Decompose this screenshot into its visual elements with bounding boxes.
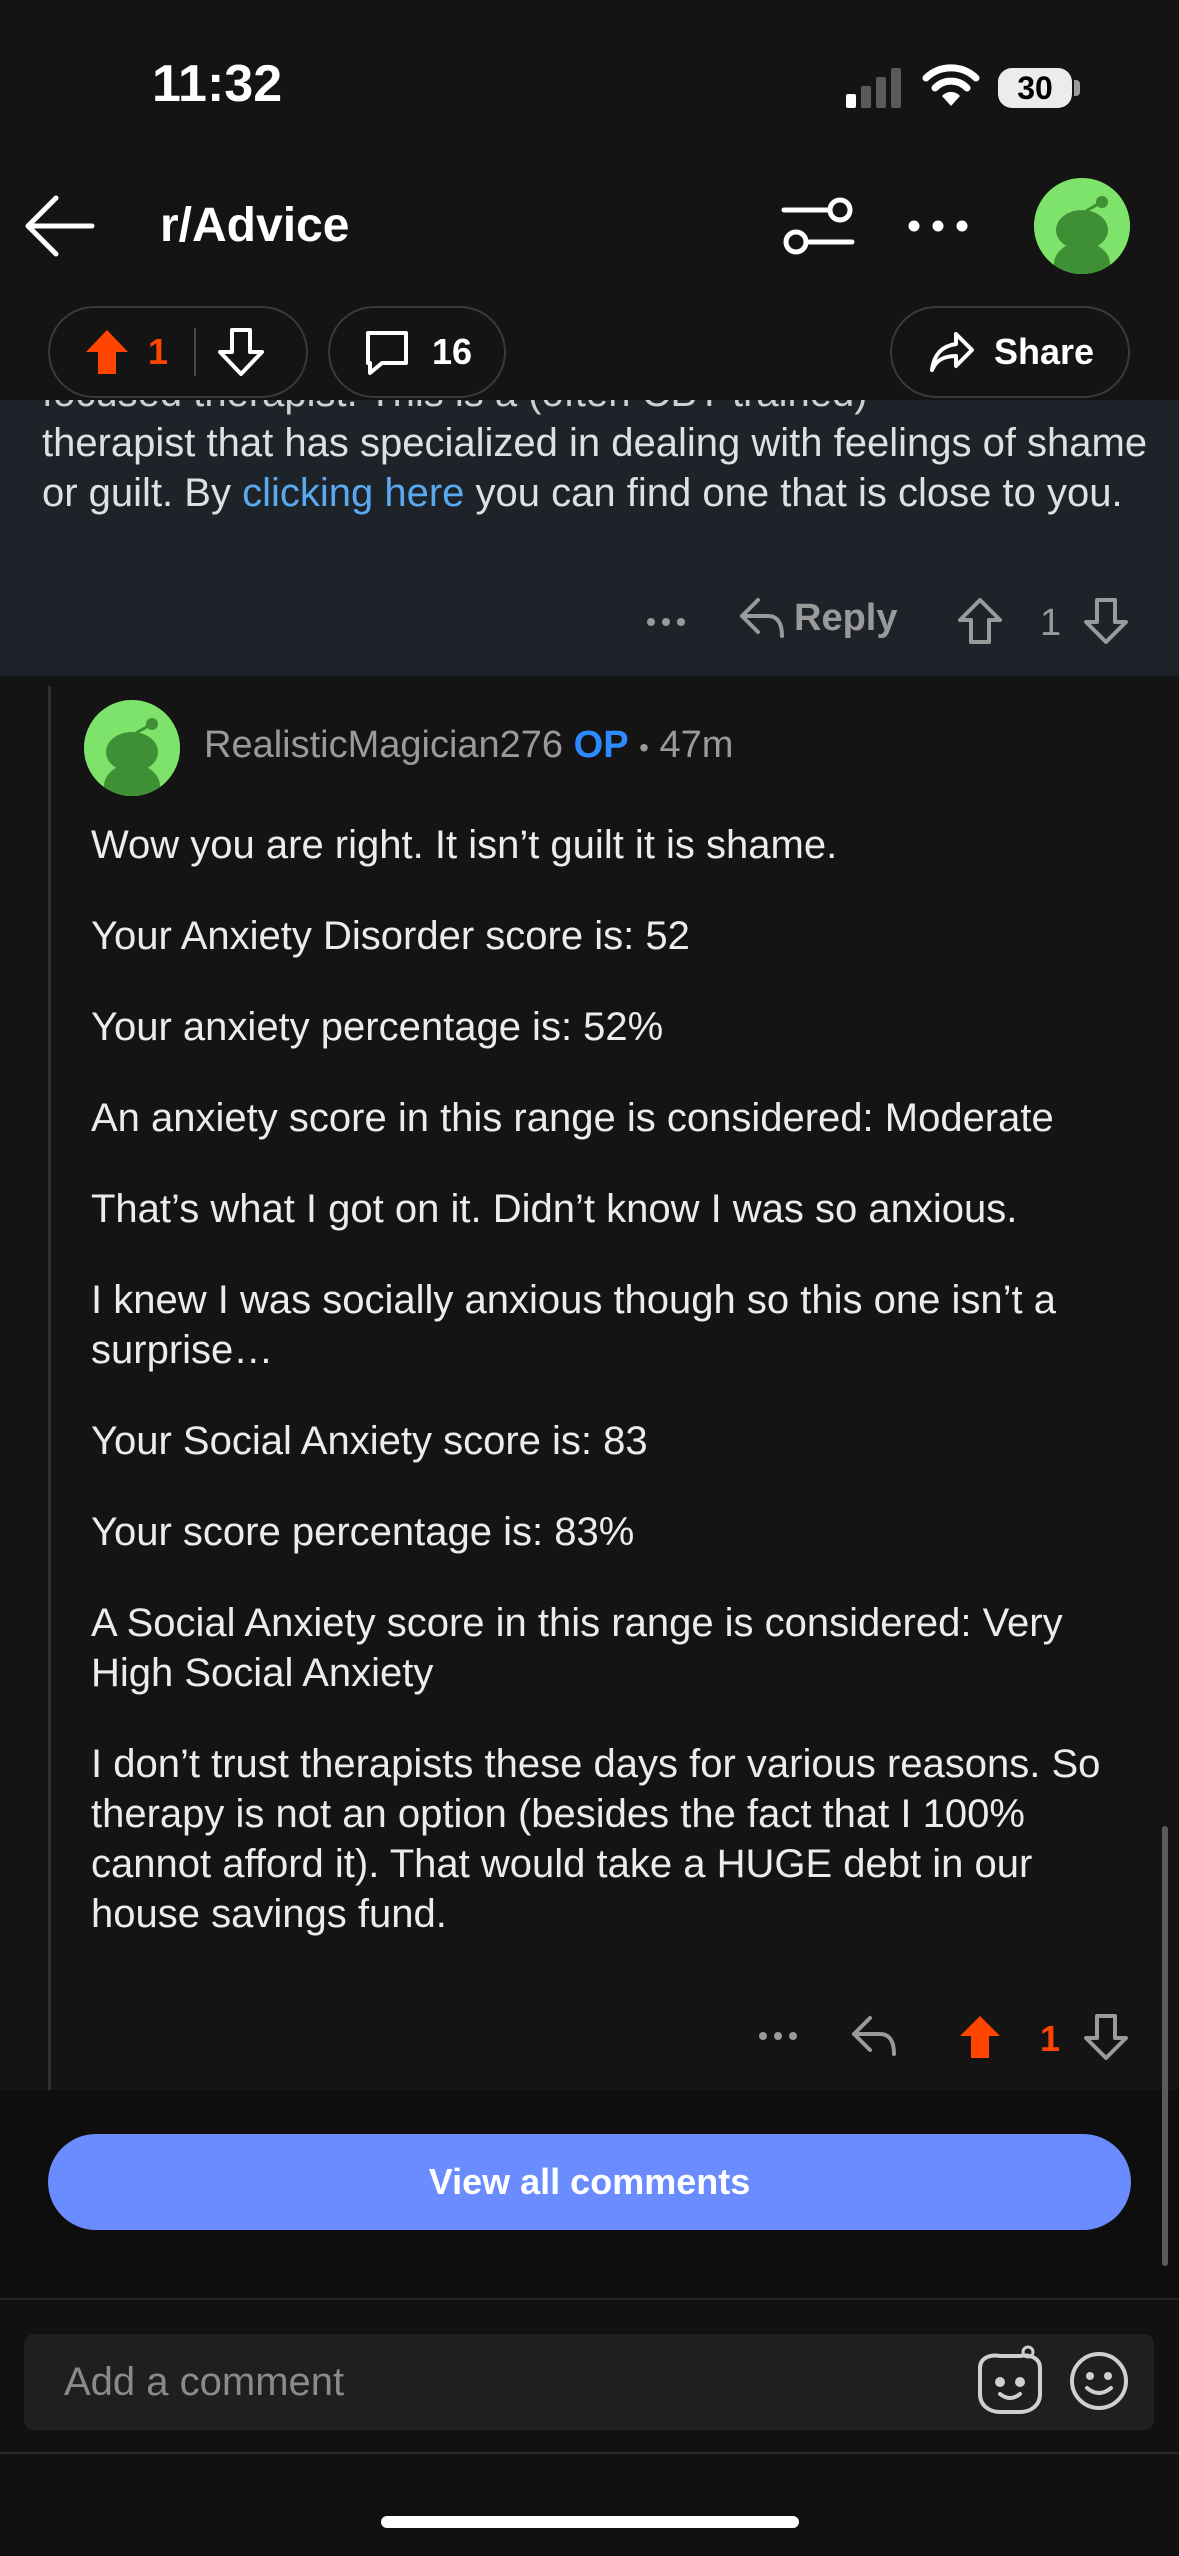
battery-nub [1074, 80, 1080, 96]
clicking-here-link[interactable]: clicking here [242, 471, 464, 515]
upvote-icon[interactable] [84, 328, 130, 376]
comment-meta: RealisticMagician276 OP • 47m [204, 724, 733, 767]
comment-time: 47m [659, 724, 734, 766]
commenter-avatar[interactable] [84, 700, 180, 796]
comment-vote-count: 1 [1040, 2018, 1061, 2059]
comment-author[interactable]: RealisticMagician276 [204, 724, 563, 766]
filter-icon[interactable] [780, 196, 856, 256]
thread-line [48, 686, 51, 2090]
parent-reply-button[interactable]: Reply [738, 596, 897, 640]
comment-downvote-icon[interactable] [1084, 2014, 1128, 2060]
reply-arrow-icon [738, 596, 786, 640]
parent-comment-text-end: you can find one that is close to you. [464, 471, 1123, 515]
comment-more-icon[interactable] [758, 2030, 798, 2042]
comment-paragraph: That’s what I got on it. Didn’t know I w… [91, 1187, 1018, 1231]
subreddit-title[interactable]: r/Advice [160, 198, 349, 253]
comment-paragraph: A Social Anxiety score in this range is … [91, 1601, 1063, 1695]
parent-comment-text: therapist that has specialized in dealin… [42, 418, 1152, 518]
battery-icon: 30 [998, 68, 1072, 108]
share-button[interactable]: Share [890, 306, 1130, 398]
share-icon [928, 330, 976, 374]
scrollbar[interactable] [1162, 1826, 1168, 2266]
comment-paragraph: Your score percentage is: 83% [91, 1510, 635, 1554]
downvote-icon[interactable] [218, 328, 265, 376]
user-avatar[interactable] [1034, 178, 1130, 274]
emoji-icon[interactable] [1068, 2350, 1130, 2412]
comment-paragraph: Your Social Anxiety score is: 83 [91, 1419, 648, 1463]
more-options-icon[interactable] [906, 214, 970, 238]
comment-paragraph: An anxiety score in this range is consid… [91, 1096, 1054, 1140]
wifi-icon [922, 62, 980, 108]
view-all-comments-button[interactable]: View all comments [48, 2134, 1131, 2230]
share-label: Share [994, 331, 1095, 372]
parent-comment-body: focused therapist. This is a (often CBT … [42, 400, 1152, 518]
comment-bubble-icon [362, 327, 412, 377]
comment-paragraph: I knew I was socially anxious though so … [91, 1278, 1056, 1372]
vote-count: 1 [148, 331, 169, 372]
parent-upvote-icon[interactable] [958, 598, 1002, 644]
comment-paragraph: Wow you are right. It isn’t guilt it is … [91, 823, 838, 867]
comment-paragraph: Your Anxiety Disorder score is: 52 [91, 914, 690, 958]
meta-separator: • [639, 732, 649, 763]
parent-comment-partial-line: focused therapist. This is a (often CBT … [42, 400, 1152, 418]
comment-paragraph: Your anxiety percentage is: 52% [91, 1005, 664, 1049]
op-badge: OP [573, 724, 629, 766]
add-comment-placeholder: Add a comment [64, 2360, 345, 2404]
parent-comment-clip: focused therapist. This is a (often CBT … [0, 400, 1179, 676]
comment-count: 16 [432, 331, 473, 372]
home-indicator [381, 2516, 799, 2528]
comments-button[interactable]: 16 [328, 306, 506, 398]
back-button[interactable] [22, 188, 98, 264]
vote-divider [194, 328, 197, 376]
parent-vote-count: 1 [1040, 602, 1062, 644]
comment-upvote-icon[interactable] [958, 2014, 1002, 2060]
snoo-avatar-builder-icon[interactable] [972, 2344, 1048, 2416]
reply-icon[interactable] [850, 2014, 898, 2058]
parent-downvote-icon[interactable] [1084, 598, 1128, 644]
composer-bottom-divider [0, 2452, 1179, 2454]
vote-pill: 1 [48, 306, 308, 398]
parent-comment-more-icon[interactable] [646, 616, 686, 628]
composer-divider [0, 2298, 1179, 2300]
reply-label: Reply [794, 596, 898, 639]
comment-body: Wow you are right. It isn’t guilt it is … [91, 820, 1151, 1980]
status-time: 11:32 [152, 55, 283, 113]
comment-paragraph: I don’t trust therapists these days for … [91, 1742, 1101, 1936]
signal-icon [846, 66, 902, 108]
